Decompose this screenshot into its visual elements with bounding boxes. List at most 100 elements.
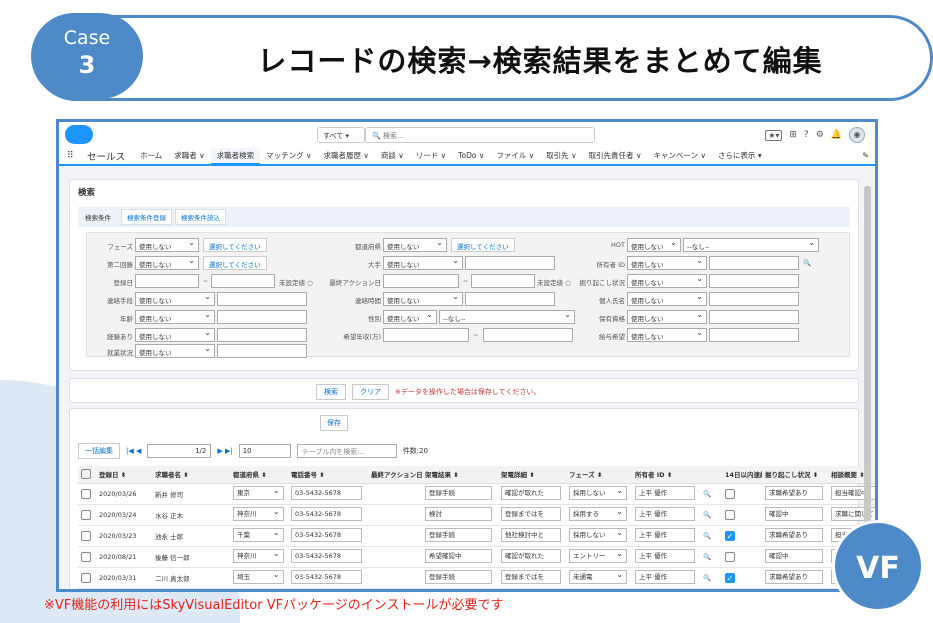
- employment-input[interactable]: [217, 344, 307, 358]
- cell-dig-status[interactable]: 求職希望あり: [762, 525, 828, 547]
- cell-call-detail[interactable]: 登録まではを: [498, 588, 566, 589]
- col-dig-status[interactable]: 掘り起こし状況 ⬍: [762, 466, 828, 484]
- owner-input[interactable]: [709, 256, 799, 270]
- owner-cell-input[interactable]: 上平 優作: [635, 485, 695, 500]
- call-result-cell-input[interactable]: 検討: [425, 506, 493, 521]
- income-to[interactable]: [483, 328, 573, 342]
- owner-cell-input[interactable]: 上平 優作: [635, 506, 695, 521]
- cell-contact-14days[interactable]: [722, 588, 762, 589]
- notification-bell-icon[interactable]: 🔔: [831, 130, 842, 140]
- cell-owner[interactable]: 上平 優作: [632, 546, 700, 568]
- call-detail-cell-input[interactable]: 確認が取れた: [501, 548, 561, 563]
- cell-prefecture[interactable]: 東京: [230, 483, 288, 505]
- cell-contact-14days[interactable]: ✓: [722, 567, 762, 589]
- contact-14days-checkbox[interactable]: [725, 509, 735, 520]
- hot-option-select[interactable]: --なし--: [683, 238, 819, 252]
- contact-time-select[interactable]: 使用しない: [383, 292, 463, 306]
- col-register-date[interactable]: 登録日 ⬍: [96, 466, 152, 484]
- person-name-select[interactable]: 使用しない: [627, 292, 707, 306]
- bulk-edit-button[interactable]: 一括編集: [78, 443, 120, 459]
- cell-call-result[interactable]: 登録手続: [422, 483, 498, 505]
- row-checkbox[interactable]: [78, 483, 96, 505]
- cell-prefecture[interactable]: 埼玉: [230, 567, 288, 589]
- col-last-action[interactable]: 最終アクション日 ⬍: [368, 466, 422, 484]
- call-result-cell-input[interactable]: 登録手続: [425, 527, 493, 542]
- owner-cell-input[interactable]: 上平 優作: [635, 569, 695, 584]
- col-candidate-name[interactable]: 求職者名 ⬍: [152, 466, 230, 484]
- phone-cell-input[interactable]: 03-5432-5678: [291, 569, 362, 584]
- last-action-to[interactable]: [471, 274, 535, 288]
- cell-phase[interactable]: 採用しない: [566, 483, 632, 505]
- cell-phone[interactable]: 03-5432-5678: [288, 546, 368, 568]
- col-phase[interactable]: フェーズ ⬍: [566, 466, 632, 484]
- cell-call-detail[interactable]: 確認が取れた: [498, 546, 566, 568]
- cell-phone[interactable]: 03-5432-5678: [288, 504, 368, 526]
- cell-call-detail[interactable]: 確認が取れた: [498, 483, 566, 505]
- dig-status-cell-input[interactable]: 求職希望あり: [765, 527, 823, 542]
- register-date-from[interactable]: [135, 274, 199, 288]
- tab-contacts[interactable]: 取引先責任者 ∨: [583, 148, 648, 164]
- cell-candidate-name[interactable]: 池永 士郎: [152, 525, 230, 547]
- phase-cell-select[interactable]: 採用する: [569, 506, 627, 521]
- call-result-cell-input[interactable]: 登録手続: [425, 569, 493, 584]
- second-choose-button[interactable]: 選択してください: [203, 256, 267, 270]
- owner-cell-input[interactable]: 上平 優作: [635, 527, 695, 542]
- owner-lookup-icon[interactable]: 🔍: [700, 525, 722, 547]
- cell-phone[interactable]: 03-5432-5678: [288, 567, 368, 589]
- dig-status-cell-input[interactable]: 求職希望あり: [765, 485, 823, 500]
- income-from[interactable]: [383, 328, 469, 342]
- hot-select[interactable]: 使用しない: [627, 238, 681, 252]
- col-phone[interactable]: 電話番号 ⬍: [288, 466, 368, 484]
- prefecture-cell-select[interactable]: 東京: [233, 591, 284, 593]
- cell-dig-status[interactable]: 求職希望あり: [762, 567, 828, 589]
- col-call-result[interactable]: 架電結果 ⬍: [422, 466, 498, 484]
- cell-owner[interactable]: 上平 優作: [632, 525, 700, 547]
- cell-phase[interactable]: 面接設定済: [566, 588, 632, 593]
- gender-option-select[interactable]: --なし--: [439, 310, 575, 324]
- phase-cell-select[interactable]: エントリー: [569, 548, 627, 563]
- cell-contact-14days[interactable]: [722, 504, 762, 526]
- age-input[interactable]: [217, 310, 307, 324]
- phase-cell-select[interactable]: 採用しない: [569, 485, 627, 500]
- phase-select[interactable]: 使用しない: [135, 238, 199, 252]
- tab-todo[interactable]: ToDo ∨: [452, 148, 490, 164]
- cell-prefecture[interactable]: 東京: [230, 588, 288, 593]
- gender-select[interactable]: 使用しない: [383, 310, 437, 324]
- first-prev-page-button[interactable]: |◀ ◀: [126, 447, 141, 455]
- tab-home[interactable]: ホーム: [134, 148, 168, 164]
- cell-phone[interactable]: 03-5432-5678: [288, 525, 368, 547]
- dig-status-cell-input[interactable]: 求職希望あり: [765, 569, 823, 584]
- search-button[interactable]: 検索: [316, 384, 346, 400]
- phone-cell-input[interactable]: 03-5432-5678: [291, 506, 362, 521]
- cell-phone[interactable]: 03-5432-5678: [288, 483, 368, 505]
- phase-cell-select[interactable]: 面接設定済: [569, 591, 627, 593]
- cell-owner[interactable]: 上平 優作: [632, 588, 700, 589]
- cell-dig-status[interactable]: 求職希望あり: [762, 483, 828, 505]
- salary-select[interactable]: 使用しない: [627, 328, 707, 342]
- qualification-select[interactable]: 使用しない: [627, 310, 707, 324]
- second-select[interactable]: 使用しない: [135, 256, 199, 270]
- owner-lookup-icon[interactable]: 🔍: [700, 504, 722, 526]
- tab-opportunities[interactable]: 商談 ∨: [375, 148, 410, 164]
- help-icon[interactable]: ?: [804, 130, 809, 140]
- cell-candidate-name[interactable]: 後藤 信一郎: [152, 546, 230, 568]
- cell-prefecture[interactable]: 千葉: [230, 525, 288, 547]
- phone-cell-input[interactable]: 03-5432-5678: [291, 485, 362, 500]
- prefecture-select[interactable]: 使用しない: [383, 238, 447, 252]
- cell-contact-14days[interactable]: [722, 483, 762, 505]
- cell-call-detail[interactable]: 登録まではを: [498, 567, 566, 589]
- phase-choose-button[interactable]: 選択してください: [203, 238, 267, 252]
- person-name-input[interactable]: [709, 292, 799, 306]
- setup-gear-icon[interactable]: ⚙: [816, 130, 824, 140]
- scrollbar[interactable]: [864, 186, 871, 571]
- favorites-icon[interactable]: ★▾: [765, 129, 783, 141]
- save-button[interactable]: 保存: [320, 415, 348, 431]
- experience-input[interactable]: [217, 328, 307, 342]
- page-size-select[interactable]: 10: [238, 444, 291, 458]
- qualification-input[interactable]: [709, 310, 799, 324]
- tab-matching[interactable]: マッチング ∨: [260, 148, 317, 164]
- call-result-cell-input[interactable]: 登録手続: [425, 485, 493, 500]
- prefecture-cell-select[interactable]: 千葉: [233, 527, 284, 542]
- cell-owner[interactable]: 上平 優作: [632, 483, 700, 505]
- search-scope-select[interactable]: すべて ▾: [317, 127, 365, 143]
